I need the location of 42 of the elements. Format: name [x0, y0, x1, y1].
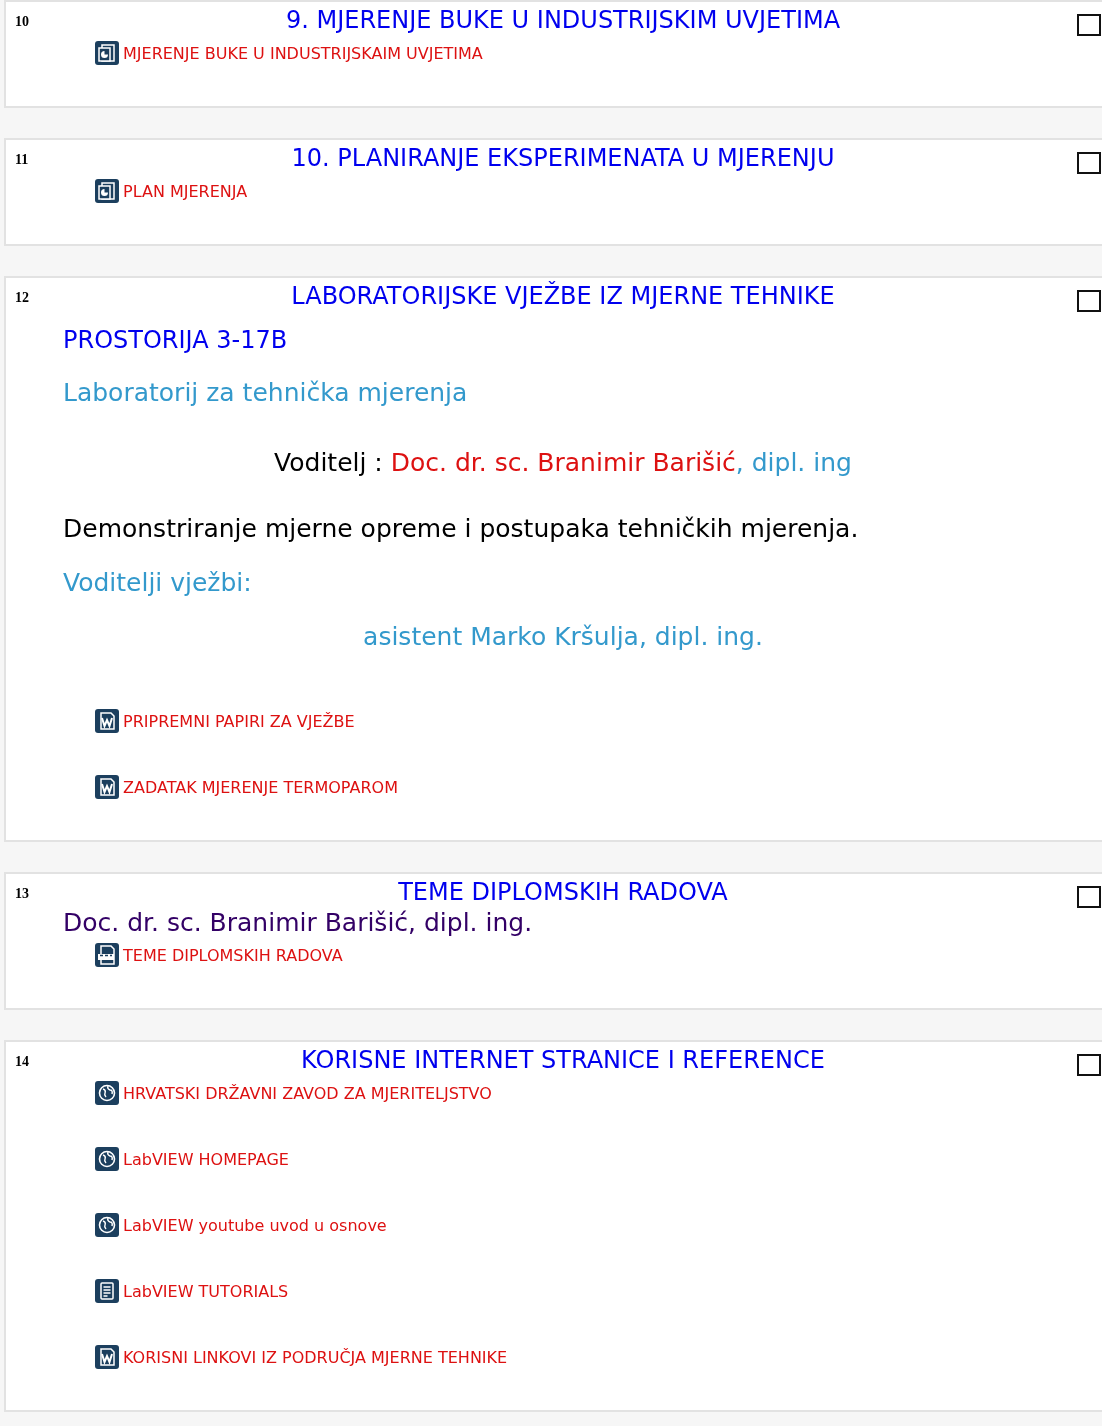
pdf-document-icon — [95, 943, 119, 967]
section-title: 10. PLANIRANJE EKSPERIMENATA U MJERENJU — [291, 143, 835, 174]
resource-link[interactable]: MJERENJE BUKE U INDUSTRIJSKAIM UVJETIMA — [123, 43, 483, 63]
section-title: KORISNE INTERNET STRANICE I REFERENCE — [301, 1045, 825, 1076]
word-document-icon — [95, 709, 119, 733]
presentation-icon — [95, 179, 119, 203]
assistant-name: asistent Marko Kršulja, dipl. ing. — [363, 621, 763, 653]
section-number: 11 — [14, 151, 29, 168]
word-document-icon — [95, 775, 119, 799]
resource-link[interactable]: HRVATSKI DRŽAVNI ZAVOD ZA MJERITELJSTVO — [123, 1083, 492, 1103]
room-heading: PROSTORIJA 3-17B — [62, 325, 288, 356]
section-title: 9. MJERENJE BUKE U INDUSTRIJSKIM UVJETIMA — [285, 5, 841, 36]
resource-link[interactable]: LabVIEW TUTORIALS — [123, 1281, 289, 1301]
description-text: Demonstriranje mjerne opreme i postupaka tehničkih mjerenja. — [62, 513, 859, 545]
lab-leader-line: Voditelj : Doc. dr. sc. Branimir Barišić, dipl. ing — [274, 447, 852, 479]
resource-link[interactable]: ZADATAK MJERENJE TERMOPAROM — [123, 777, 398, 797]
section-number: 10 — [14, 13, 29, 30]
section-title: LABORATORIJSKE VJEŽBE IZ MJERNE TEHNIKE — [291, 280, 835, 312]
resource-link[interactable]: LabVIEW HOMEPAGE — [123, 1149, 289, 1169]
resource-link[interactable]: PRIPREMNI PAPIRI ZA VJEŽBE — [123, 711, 355, 731]
presentation-icon — [95, 41, 119, 65]
assistants-label: Voditelji vježbi: — [62, 567, 252, 599]
section-checkbox[interactable] — [1077, 152, 1101, 174]
section-title: TEME DIPLOMSKIH RADOVA — [398, 877, 728, 908]
globe-icon — [95, 1081, 119, 1105]
resource-link[interactable]: TEME DIPLOMSKIH RADOVA — [123, 945, 343, 965]
author-name: Doc. dr. sc. Branimir Barišić, dipl. ing. — [62, 908, 533, 938]
section-checkbox[interactable] — [1077, 886, 1101, 908]
resource-link[interactable]: KORISNI LINKOVI IZ PODRUČJA MJERNE TEHNIKE — [123, 1347, 508, 1367]
word-document-icon — [95, 1345, 119, 1369]
section-number: 14 — [14, 1053, 29, 1070]
section-number: 12 — [14, 289, 29, 306]
lab-subtitle: Laboratorij za tehnička mjerenja — [62, 377, 468, 409]
section-checkbox[interactable] — [1077, 290, 1101, 312]
section-checkbox[interactable] — [1077, 14, 1101, 36]
globe-icon — [95, 1147, 119, 1171]
resource-link[interactable]: PLAN MJERENJA — [123, 181, 248, 201]
section-checkbox[interactable] — [1077, 1054, 1101, 1076]
section-number: 13 — [14, 885, 29, 902]
resource-link[interactable]: LabVIEW youtube uvod u osnove — [123, 1215, 387, 1235]
document-icon — [95, 1279, 119, 1303]
globe-icon — [95, 1213, 119, 1237]
